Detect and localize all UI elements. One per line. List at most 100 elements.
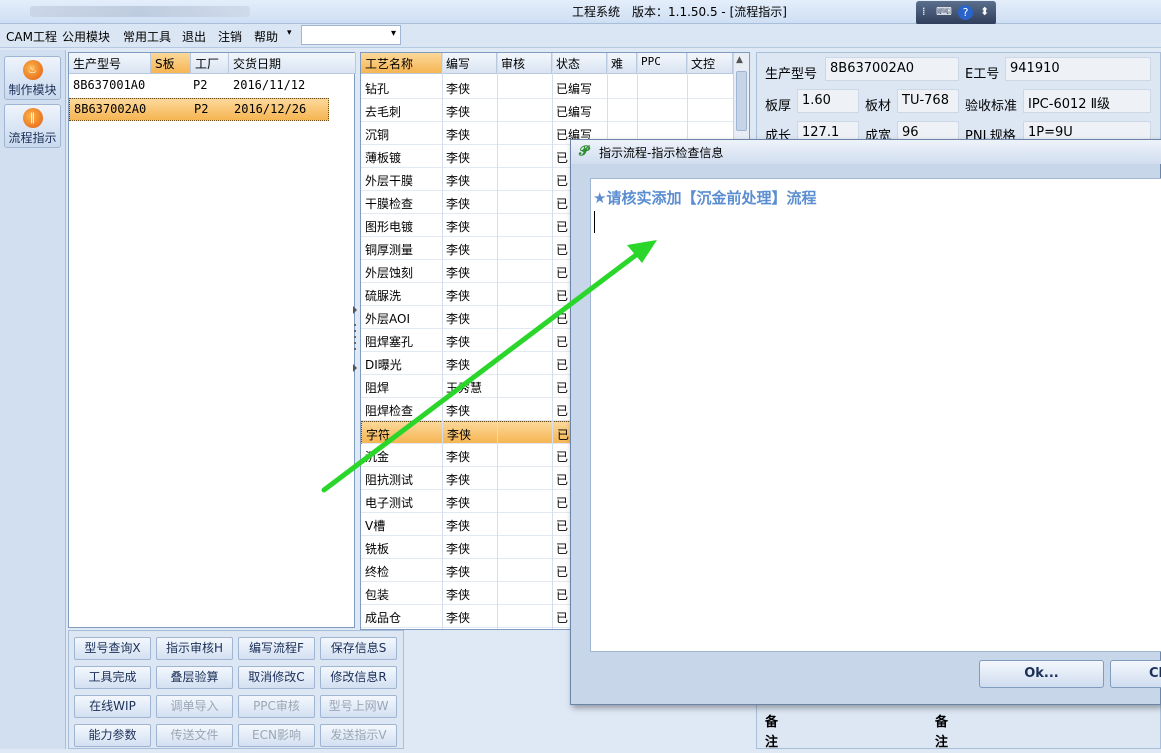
action-button-2[interactable]: 编写流程F [238, 637, 315, 660]
action-button-12[interactable]: 能力参数 [74, 724, 151, 747]
sidebar-item-flow[interactable]: ∥ 流程指示 [4, 104, 61, 148]
pause-icon: ∥ [22, 108, 43, 128]
col-header-delivery[interactable]: 交货日期 [229, 53, 356, 74]
cell-process: 铜厚测量 [365, 243, 414, 257]
scroll-up-icon[interactable]: ▲ [736, 55, 743, 65]
cell-writer: 李侠 [446, 404, 471, 418]
action-button-7[interactable]: 修改信息R [320, 666, 397, 689]
cell-status: 已 [556, 588, 569, 602]
ok-button[interactable]: Ok... [979, 660, 1104, 688]
cell-process: 外层蚀刻 [365, 266, 414, 280]
col-header-process[interactable]: 工艺名称 [361, 53, 442, 74]
note-label-1: 备注 [765, 715, 779, 750]
scroll-thumb[interactable] [736, 71, 747, 131]
menu-common-modules[interactable]: 公用模块 [62, 28, 110, 45]
cell-status: 已 [556, 289, 569, 303]
col-header-sboard[interactable]: S板 [151, 53, 191, 74]
cell-date: 2016/11/12 [233, 78, 306, 92]
keyboard-icon[interactable]: ⌨ [936, 5, 952, 18]
cell-writer: 李侠 [446, 82, 471, 96]
cell-status: 已 [556, 312, 569, 326]
cell-writer: 李侠 [446, 611, 471, 625]
cell-process: 铣板 [365, 542, 390, 556]
cell-writer: 李侠 [446, 151, 471, 165]
splitter-handle[interactable] [352, 300, 358, 380]
thickness-label: 板厚 [765, 99, 792, 114]
dialog-message-area[interactable]: ★请核实添加【沉金前处理】流程 [590, 178, 1161, 652]
sidebar-item-label: 流程指示 [8, 131, 57, 145]
action-button-6[interactable]: 取消修改C [238, 666, 315, 689]
action-button-10[interactable]: PPC审核 [238, 695, 315, 718]
cell-status: 已 [556, 358, 569, 372]
table-row[interactable]: 去毛刺 李侠 已编写 [361, 99, 741, 122]
action-button-11[interactable]: 型号上网W [320, 695, 397, 718]
action-button-14[interactable]: ECN影响 [238, 724, 315, 747]
menu-exit[interactable]: 退出 [182, 28, 206, 45]
cell-writer: 李侠 [446, 473, 471, 487]
cell-writer: 李侠 [446, 243, 471, 257]
cell-writer: 李侠 [446, 519, 471, 533]
cell-status: 已 [556, 542, 569, 556]
dialog-titlebar[interactable]: 𝓟 指示流程-指示检查信息 [571, 140, 1161, 164]
model-field[interactable]: 8B637002A0 [825, 57, 959, 81]
toolbar-combo[interactable] [301, 25, 401, 45]
eno-label: E工号 [965, 67, 1000, 82]
action-button-9[interactable]: 调单导入 [156, 695, 233, 718]
action-button-1[interactable]: 指示审核H [156, 637, 233, 660]
thickness-field[interactable]: 1.60 [797, 89, 859, 113]
material-field[interactable]: TU-768 [897, 89, 959, 113]
cell-process: 沉金 [365, 450, 390, 464]
action-button-15[interactable]: 发送指示V [320, 724, 397, 747]
col-header-writer[interactable]: 编写 [442, 53, 497, 74]
splitter-dots-icon [353, 306, 357, 372]
menu-logout[interactable]: 注销 [218, 28, 242, 45]
cell-status: 已 [556, 266, 569, 280]
table-row[interactable]: 钻孔 李侠 已编写 [361, 76, 741, 99]
cell-date: 2016/12/26 [234, 102, 307, 116]
col-header-difficulty[interactable]: 难 [607, 53, 637, 74]
col-header-reviewer[interactable]: 审核 [497, 53, 552, 74]
action-button-4[interactable]: 工具完成 [74, 666, 151, 689]
col-header-model[interactable]: 生产型号 [69, 53, 151, 74]
cell-process: 图形电镀 [365, 220, 414, 234]
menu-icon[interactable]: ⬍ [980, 5, 989, 18]
menu-tools[interactable]: 常用工具 [123, 28, 171, 45]
eno-field[interactable]: 941910 [1005, 57, 1151, 81]
cell-writer: 李侠 [446, 335, 471, 349]
grip-icon: ⁞ [922, 5, 926, 18]
cell-status: 已 [556, 450, 569, 464]
chevron-down-icon[interactable]: ▾ [287, 28, 292, 38]
sidebar-item-production[interactable]: ♨ 制作模块 [4, 56, 61, 100]
cell-writer: 李侠 [446, 358, 471, 372]
col-header-doc-control[interactable]: 文控 [687, 53, 733, 74]
col-header-factory[interactable]: 工厂 [191, 53, 229, 74]
material-label: 板材 [865, 99, 892, 114]
col-header-ppc[interactable]: PPC [637, 53, 687, 74]
table-row-selected[interactable]: 8B637002A0 P2 2016/12/26 [69, 98, 329, 121]
blurred-path [30, 6, 250, 17]
cell-status: 已 [556, 404, 569, 418]
dialog-title: 指示流程-指示检查信息 [599, 146, 724, 160]
action-button-8[interactable]: 在线WIP [74, 695, 151, 718]
column-divider [552, 53, 553, 629]
cell-process: 薄板镀 [365, 151, 402, 165]
menu-help[interactable]: 帮助 [254, 28, 278, 45]
action-button-5[interactable]: 叠层验算 [156, 666, 233, 689]
cell-status: 已 [557, 428, 570, 442]
cell-writer: 李侠 [446, 289, 471, 303]
col-header-status[interactable]: 状态 [552, 53, 607, 74]
action-button-13[interactable]: 传送文件 [156, 724, 233, 747]
cell-process: 字符 [366, 428, 391, 442]
help-icon[interactable]: ? [958, 5, 973, 20]
cell-model: 8B637002A0 [74, 102, 147, 116]
standard-field[interactable]: IPC-6012 Ⅱ级 [1023, 89, 1151, 113]
cell-process: 硫脲洗 [365, 289, 402, 303]
note-label-2: 备注 [935, 715, 949, 750]
window-title: 工程系统 版本：1.1.50.5 - [流程指示] [572, 5, 787, 19]
cell-writer: 李侠 [446, 542, 471, 556]
close-button[interactable]: Cl [1110, 660, 1161, 688]
action-button-0[interactable]: 型号查询X [74, 637, 151, 660]
table-row[interactable]: 8B637001A0 P2 2016/11/12 [69, 75, 354, 98]
menu-cam[interactable]: CAM工程 [6, 28, 57, 45]
action-button-3[interactable]: 保存信息S [320, 637, 397, 660]
